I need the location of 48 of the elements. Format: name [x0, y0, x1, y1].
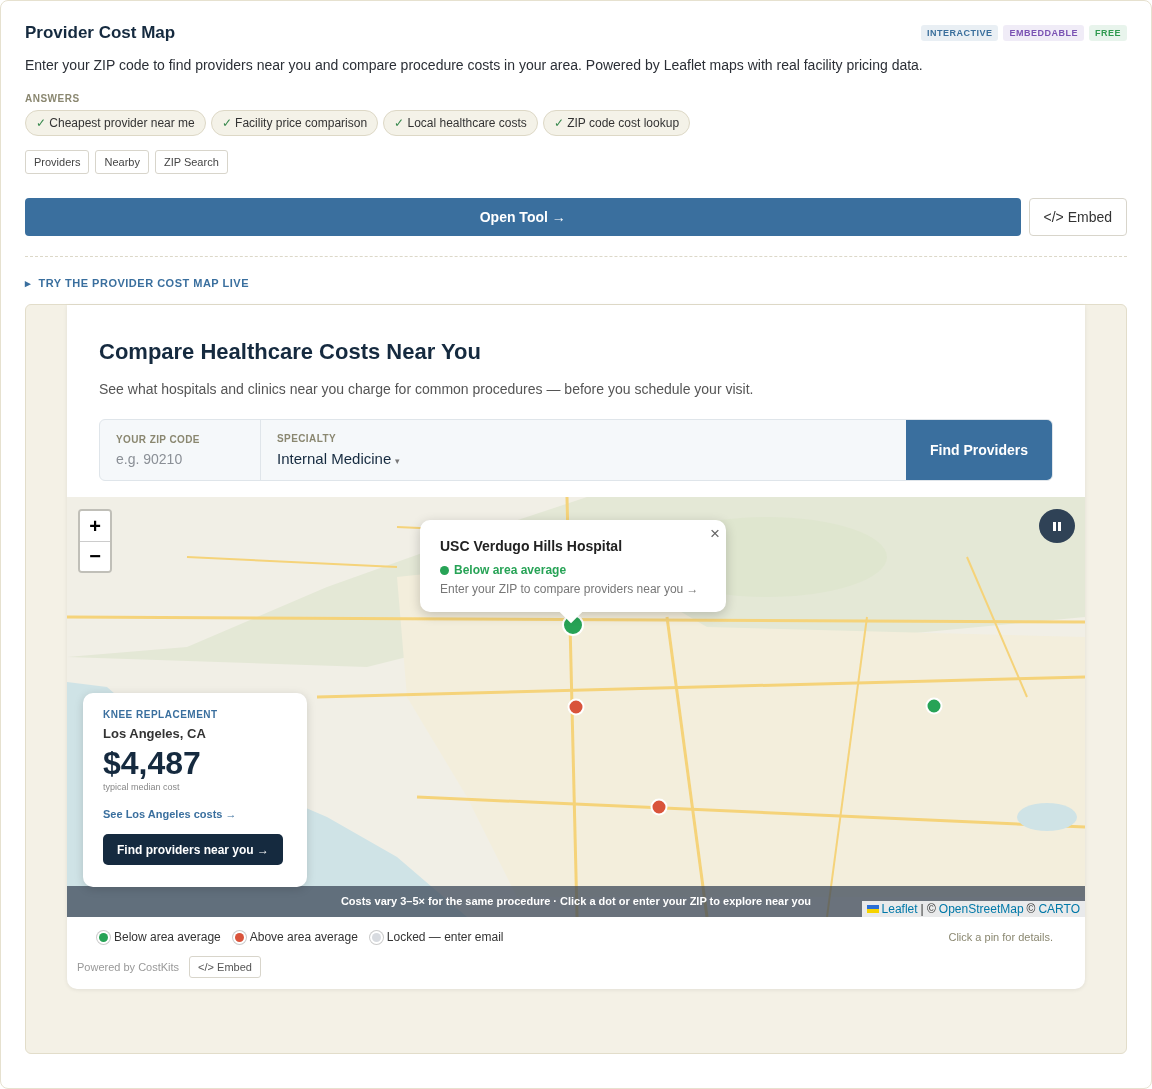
page-title: Provider Cost Map	[25, 23, 176, 43]
tag-label: Providers	[25, 150, 90, 174]
legend-label: Above area average	[249, 930, 358, 944]
price-note: typical median cost	[103, 782, 181, 792]
find-near-button[interactable]: Find providers near you →	[103, 834, 284, 865]
popup-hint: Enter your ZIP to compare providers near you →	[440, 582, 700, 596]
zoom-in-button[interactable]: +	[80, 511, 110, 541]
section-label: ANSWERS	[25, 93, 81, 104]
flag-icon	[866, 905, 879, 913]
description-text: Enter your ZIP code to find providers near you and compare procedure costs in your area. Powered by Leaflet maps with real facility pricing data.	[25, 57, 924, 73]
location-text: Los Angeles, CA	[103, 726, 207, 741]
close-button[interactable]: ×	[710, 524, 720, 544]
status-text: Below area average	[454, 563, 567, 577]
powered-by-text: Powered by CostKits	[77, 961, 180, 973]
widget-subtitle: See what hospitals and clinics near you charge for common procedures — before you schedule your visit.	[99, 381, 755, 397]
embed-button[interactable]: </> Embed	[1028, 198, 1127, 236]
open-tool-button[interactable]: Open Tool →	[25, 198, 1021, 236]
answer-chip: ✓ Local healthcare costs	[383, 110, 538, 136]
answer-chip: ✓ Facility price comparison	[210, 110, 379, 136]
status-dot	[440, 565, 449, 575]
procedure-label: KNEE REPLACEMENT	[103, 709, 219, 720]
zoom-out-button[interactable]: −	[80, 541, 110, 571]
leaflet-link[interactable]: Leaflet	[881, 902, 918, 916]
popup-title: USC Verdugo Hills Hospital	[440, 538, 624, 554]
attribution-text: ©	[1026, 902, 1036, 916]
widget-title: Compare Healthcare Costs Near You	[98, 338, 482, 365]
field-label: YOUR ZIP CODE	[116, 433, 201, 445]
pause-icon	[1053, 521, 1061, 531]
tag-label: ZIP Search	[154, 150, 228, 174]
answer-chip: ✓ Cheapest provider near me	[25, 110, 206, 136]
answer-chip: ✓ ZIP code cost lookup	[542, 110, 691, 136]
specialty-dropdown[interactable]: SPECIALTY Internal Medicine ▾	[261, 420, 906, 480]
legend-label: Below area average	[114, 930, 221, 944]
tag-badge: INTERACTIVE	[920, 25, 999, 41]
tag-badge: FREE	[1089, 25, 1127, 41]
tag-label: Nearby	[95, 150, 149, 174]
tag-badge: EMBEDDABLE	[1003, 25, 1084, 41]
see-costs-link[interactable]: See Los Angeles costs →	[103, 808, 237, 820]
attribution-text: | ©	[920, 902, 936, 916]
openstreetmap-link[interactable]: OpenStreetMap	[938, 902, 1024, 916]
zip-input[interactable]: e.g. 90210	[116, 450, 236, 467]
legend-hint: Click a pin for details.	[948, 931, 1053, 943]
price-value: $4,487	[103, 745, 202, 782]
find-providers-button[interactable]: Find Providers	[906, 420, 1052, 480]
try-live-toggle[interactable]: ▸ TRY THE PROVIDER COST MAP LIVE	[25, 277, 249, 290]
embed-button[interactable]: </> Embed	[189, 956, 261, 978]
legend-label: Locked — enter email	[386, 930, 504, 944]
carto-link[interactable]: CARTO	[1038, 902, 1080, 916]
